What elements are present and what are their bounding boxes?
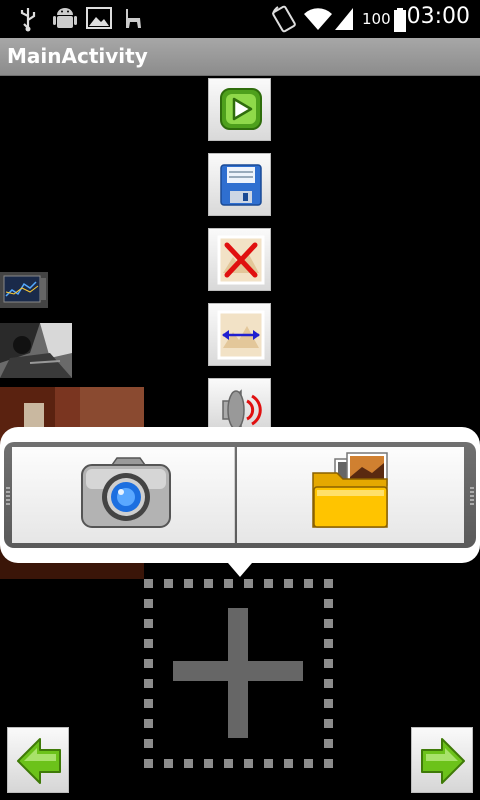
previous-button[interactable] (7, 727, 69, 793)
clock: 03:00 (406, 4, 470, 29)
battery-icon (394, 8, 406, 36)
save-icon (220, 164, 262, 206)
llama-icon (120, 6, 146, 36)
camera-icon (81, 457, 171, 528)
add-plus-icon (144, 579, 333, 768)
delete-button[interactable] (208, 228, 271, 291)
camera-option-button[interactable] (12, 447, 235, 543)
folder-images-icon (312, 452, 388, 528)
gallery-option-button[interactable] (237, 447, 464, 543)
play-button[interactable] (208, 78, 271, 141)
image-icon (86, 6, 112, 34)
sound-icon (222, 389, 262, 429)
next-button[interactable] (411, 727, 473, 793)
image-source-popup (0, 427, 480, 563)
status-bar: 100 03:00 (0, 0, 480, 38)
arrow-right-icon (421, 738, 465, 784)
resize-button[interactable] (208, 303, 271, 366)
rotate-icon (270, 4, 298, 38)
save-button[interactable] (208, 153, 271, 216)
add-image-placeholder[interactable] (140, 573, 340, 773)
wifi-icon (303, 6, 333, 36)
battery-percent: 100 (362, 10, 391, 28)
play-icon (220, 88, 262, 130)
left-grip (6, 487, 10, 505)
right-grip (470, 487, 474, 505)
thumbnail-photo[interactable] (0, 323, 72, 378)
usb-icon (18, 6, 38, 36)
signal-icon (333, 6, 355, 36)
android-icon (52, 6, 78, 36)
screen: 100 03:00 MainActivity (0, 0, 480, 800)
page-title: MainActivity (7, 44, 148, 68)
thumbnail-chart[interactable] (0, 272, 48, 308)
sound-button[interactable] (208, 378, 271, 429)
popup-frame (4, 442, 476, 548)
arrow-left-icon (17, 738, 61, 784)
title-bar: MainActivity (0, 38, 480, 76)
delete-icon (217, 235, 265, 285)
resize-icon (217, 310, 265, 360)
